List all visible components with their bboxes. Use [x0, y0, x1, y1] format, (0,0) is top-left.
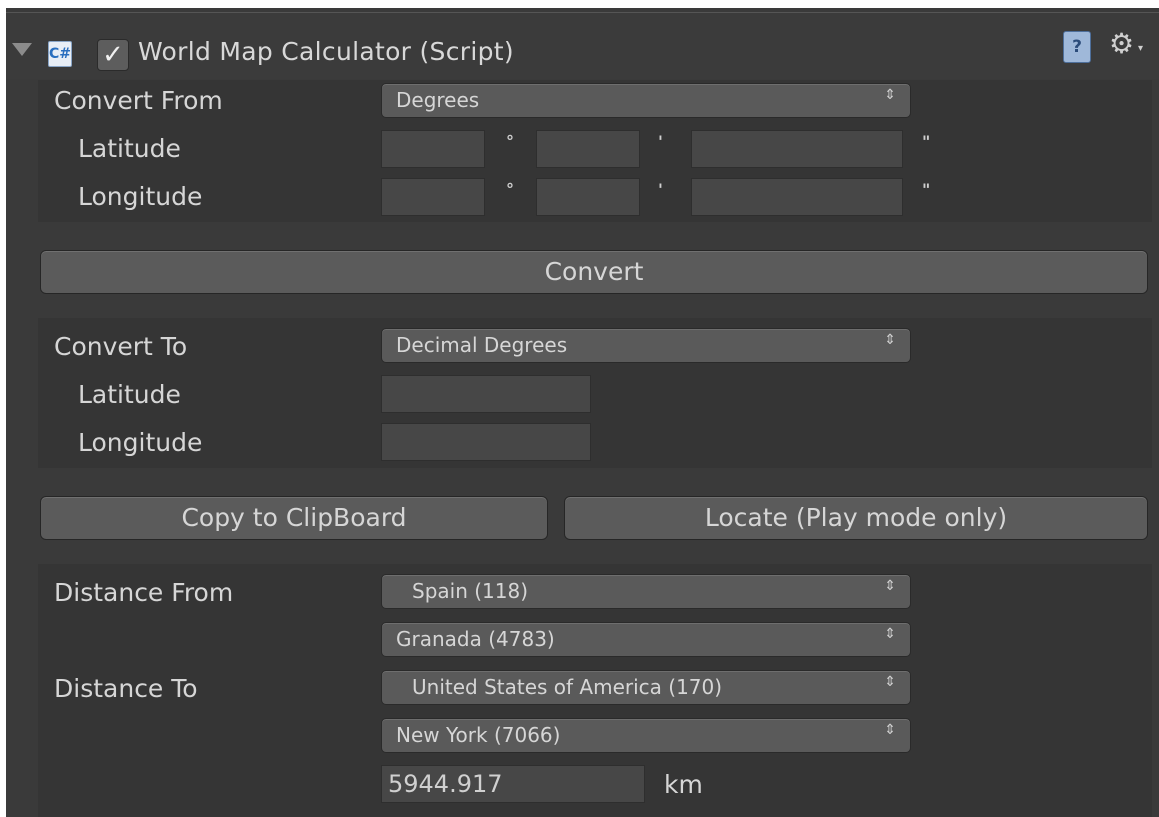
second-symbol: " [922, 180, 931, 199]
latitude-seconds-field[interactable] [691, 130, 903, 168]
dropdown-arrows-icon: ⇕ [884, 626, 896, 642]
convert-to-section: Convert To Decimal Degrees ⇕ Latitude Lo… [38, 318, 1152, 468]
distance-unit-label: km [664, 770, 703, 799]
dropdown-arrows-icon: ⇕ [884, 722, 896, 738]
to-country-value: United States of America (170) [412, 675, 723, 699]
help-book-icon[interactable]: ? [1063, 31, 1091, 63]
gear-caret-icon[interactable]: ▾ [1138, 43, 1143, 54]
component-header[interactable]: C# ✓ World Map Calculator (Script) ? ⚙ ▾ [6, 12, 1159, 79]
convert-from-value: Degrees [396, 88, 480, 112]
convert-from-label: Convert From [54, 86, 223, 115]
distance-section: Distance From Spain (118) ⇕ Granada (478… [38, 564, 1152, 817]
degree-symbol: ° [506, 132, 514, 151]
latitude-label: Latitude [78, 134, 181, 163]
convert-to-label: Convert To [54, 332, 188, 361]
dropdown-arrows-icon: ⇕ [884, 87, 896, 103]
foldout-arrow-icon[interactable] [12, 43, 32, 56]
convert-to-dropdown[interactable]: Decimal Degrees ⇕ [381, 328, 911, 363]
result-latitude-field[interactable] [381, 375, 591, 413]
latitude-degrees-field[interactable] [381, 130, 485, 168]
from-city-value: Granada (4783) [396, 627, 555, 651]
result-latitude-label: Latitude [78, 380, 181, 409]
distance-to-label: Distance To [54, 674, 198, 703]
distance-to-country-dropdown[interactable]: United States of America (170) ⇕ [381, 670, 911, 705]
longitude-seconds-field[interactable] [691, 178, 903, 216]
from-country-value: Spain (118) [412, 579, 529, 603]
locate-button[interactable]: Locate (Play mode only) [564, 496, 1148, 540]
inspector-panel: C# ✓ World Map Calculator (Script) ? ⚙ ▾… [6, 8, 1159, 817]
distance-from-country-dropdown[interactable]: Spain (118) ⇕ [381, 574, 911, 609]
convert-to-value: Decimal Degrees [396, 333, 568, 357]
convert-button[interactable]: Convert [40, 250, 1148, 294]
longitude-minutes-field[interactable] [536, 178, 640, 216]
csharp-script-icon: C# [48, 41, 72, 67]
dropdown-arrows-icon: ⇕ [884, 332, 896, 348]
copy-to-clipboard-button[interactable]: Copy to ClipBoard [40, 496, 548, 540]
second-symbol: " [922, 132, 931, 151]
enable-checkbox[interactable]: ✓ [97, 39, 129, 71]
to-city-value: New York (7066) [396, 723, 561, 747]
result-longitude-label: Longitude [78, 428, 203, 457]
latitude-minutes-field[interactable] [536, 130, 640, 168]
dropdown-arrows-icon: ⇕ [884, 674, 896, 690]
longitude-degrees-field[interactable] [381, 178, 485, 216]
distance-to-city-dropdown[interactable]: New York (7066) ⇕ [381, 718, 911, 753]
dropdown-arrows-icon: ⇕ [884, 578, 896, 594]
distance-result-field[interactable]: 5944.917 [381, 765, 645, 803]
minute-symbol: ' [658, 132, 663, 151]
minute-symbol: ' [658, 180, 663, 199]
distance-from-city-dropdown[interactable]: Granada (4783) ⇕ [381, 622, 911, 657]
degree-symbol: ° [506, 180, 514, 199]
convert-from-section: Convert From Degrees ⇕ Latitude ° ' " Lo… [38, 80, 1152, 222]
result-longitude-field[interactable] [381, 423, 591, 461]
gear-icon[interactable]: ⚙ [1109, 27, 1134, 61]
longitude-label: Longitude [78, 182, 203, 211]
component-title: World Map Calculator (Script) [138, 37, 514, 66]
distance-from-label: Distance From [54, 578, 234, 607]
convert-from-dropdown[interactable]: Degrees ⇕ [381, 83, 911, 118]
